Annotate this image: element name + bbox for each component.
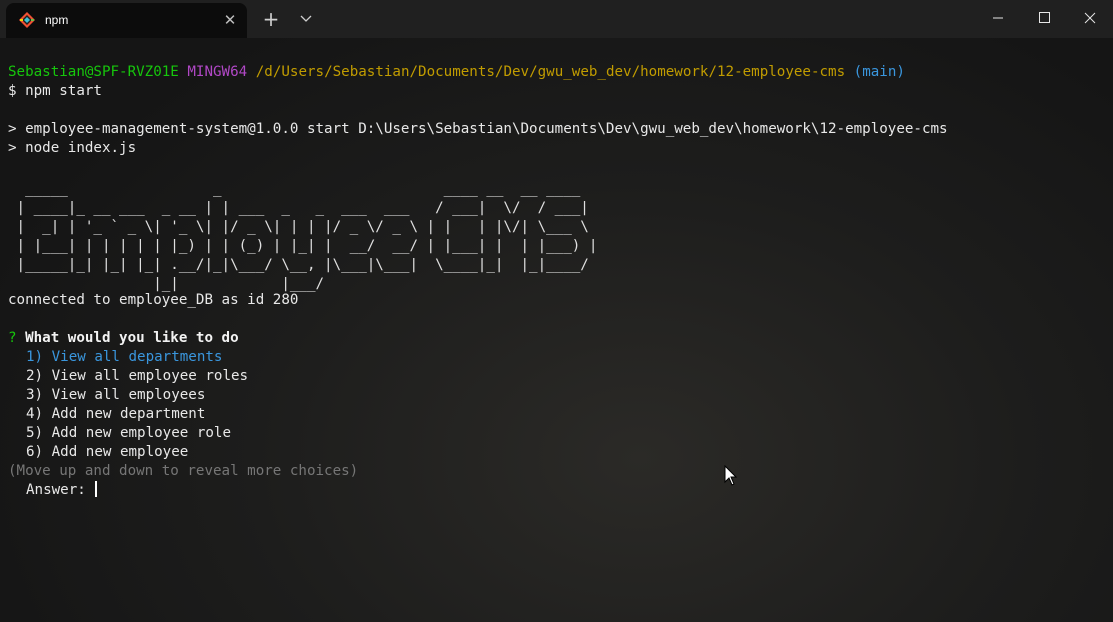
mouse-pointer-icon [724,465,738,486]
choice-item[interactable]: 4) Add new department [26,405,205,424]
choice-item[interactable]: 2) View all employee roles [26,367,248,386]
tab-title: npm [45,13,69,27]
text-cursor [95,481,98,497]
script-line-node: > node index.js [8,140,137,156]
connection-status: connected to employee_DB as id 280 [8,292,299,308]
answer-input[interactable]: Answer: [26,481,98,500]
prompt-question: ? What would you like to do [8,329,239,348]
ascii-banner: _____ _ ____ __ __ ____ | ____|_ __ ___ … [16,181,598,292]
tab-npm[interactable]: npm ✕ [6,3,247,38]
terminal-pane[interactable]: Sebastian@SPF-RVZ01E MINGW64 /d/Users/Se… [0,38,1113,622]
choice-item[interactable]: 3) View all employees [26,386,205,405]
question-text: What would you like to do [25,330,239,346]
close-tab-icon[interactable]: ✕ [221,11,239,29]
chevron-down-icon[interactable] [296,9,316,29]
prompt-user-host: Sebastian@SPF-RVZ01E [8,64,179,80]
question-mark: ? [8,330,17,346]
prompt-path: /d/Users/Sebastian/Documents/Dev/gwu_web… [255,64,846,80]
shell-prompt: Sebastian@SPF-RVZ01E MINGW64 /d/Users/Se… [8,63,905,82]
title-bar: npm ✕ + [0,0,1113,38]
maximize-icon[interactable] [1021,0,1067,36]
minimize-icon[interactable] [975,0,1021,36]
answer-label: Answer: [26,482,86,498]
new-tab-button[interactable]: + [260,8,282,30]
choice-item[interactable]: 1) View all departments [26,348,222,367]
choice-item[interactable]: 5) Add new employee role [26,424,231,443]
git-bash-icon [19,12,35,28]
choices-hint: (Move up and down to reveal more choices… [8,463,359,479]
command-line: $ npm start [8,83,102,99]
close-window-icon[interactable] [1067,0,1113,36]
prompt-env: MINGW64 [187,64,248,80]
prompt-branch: (main) [853,64,905,80]
choice-item[interactable]: 6) Add new employee [26,443,188,462]
script-line-start: > employee-management-system@1.0.0 start… [8,121,948,137]
